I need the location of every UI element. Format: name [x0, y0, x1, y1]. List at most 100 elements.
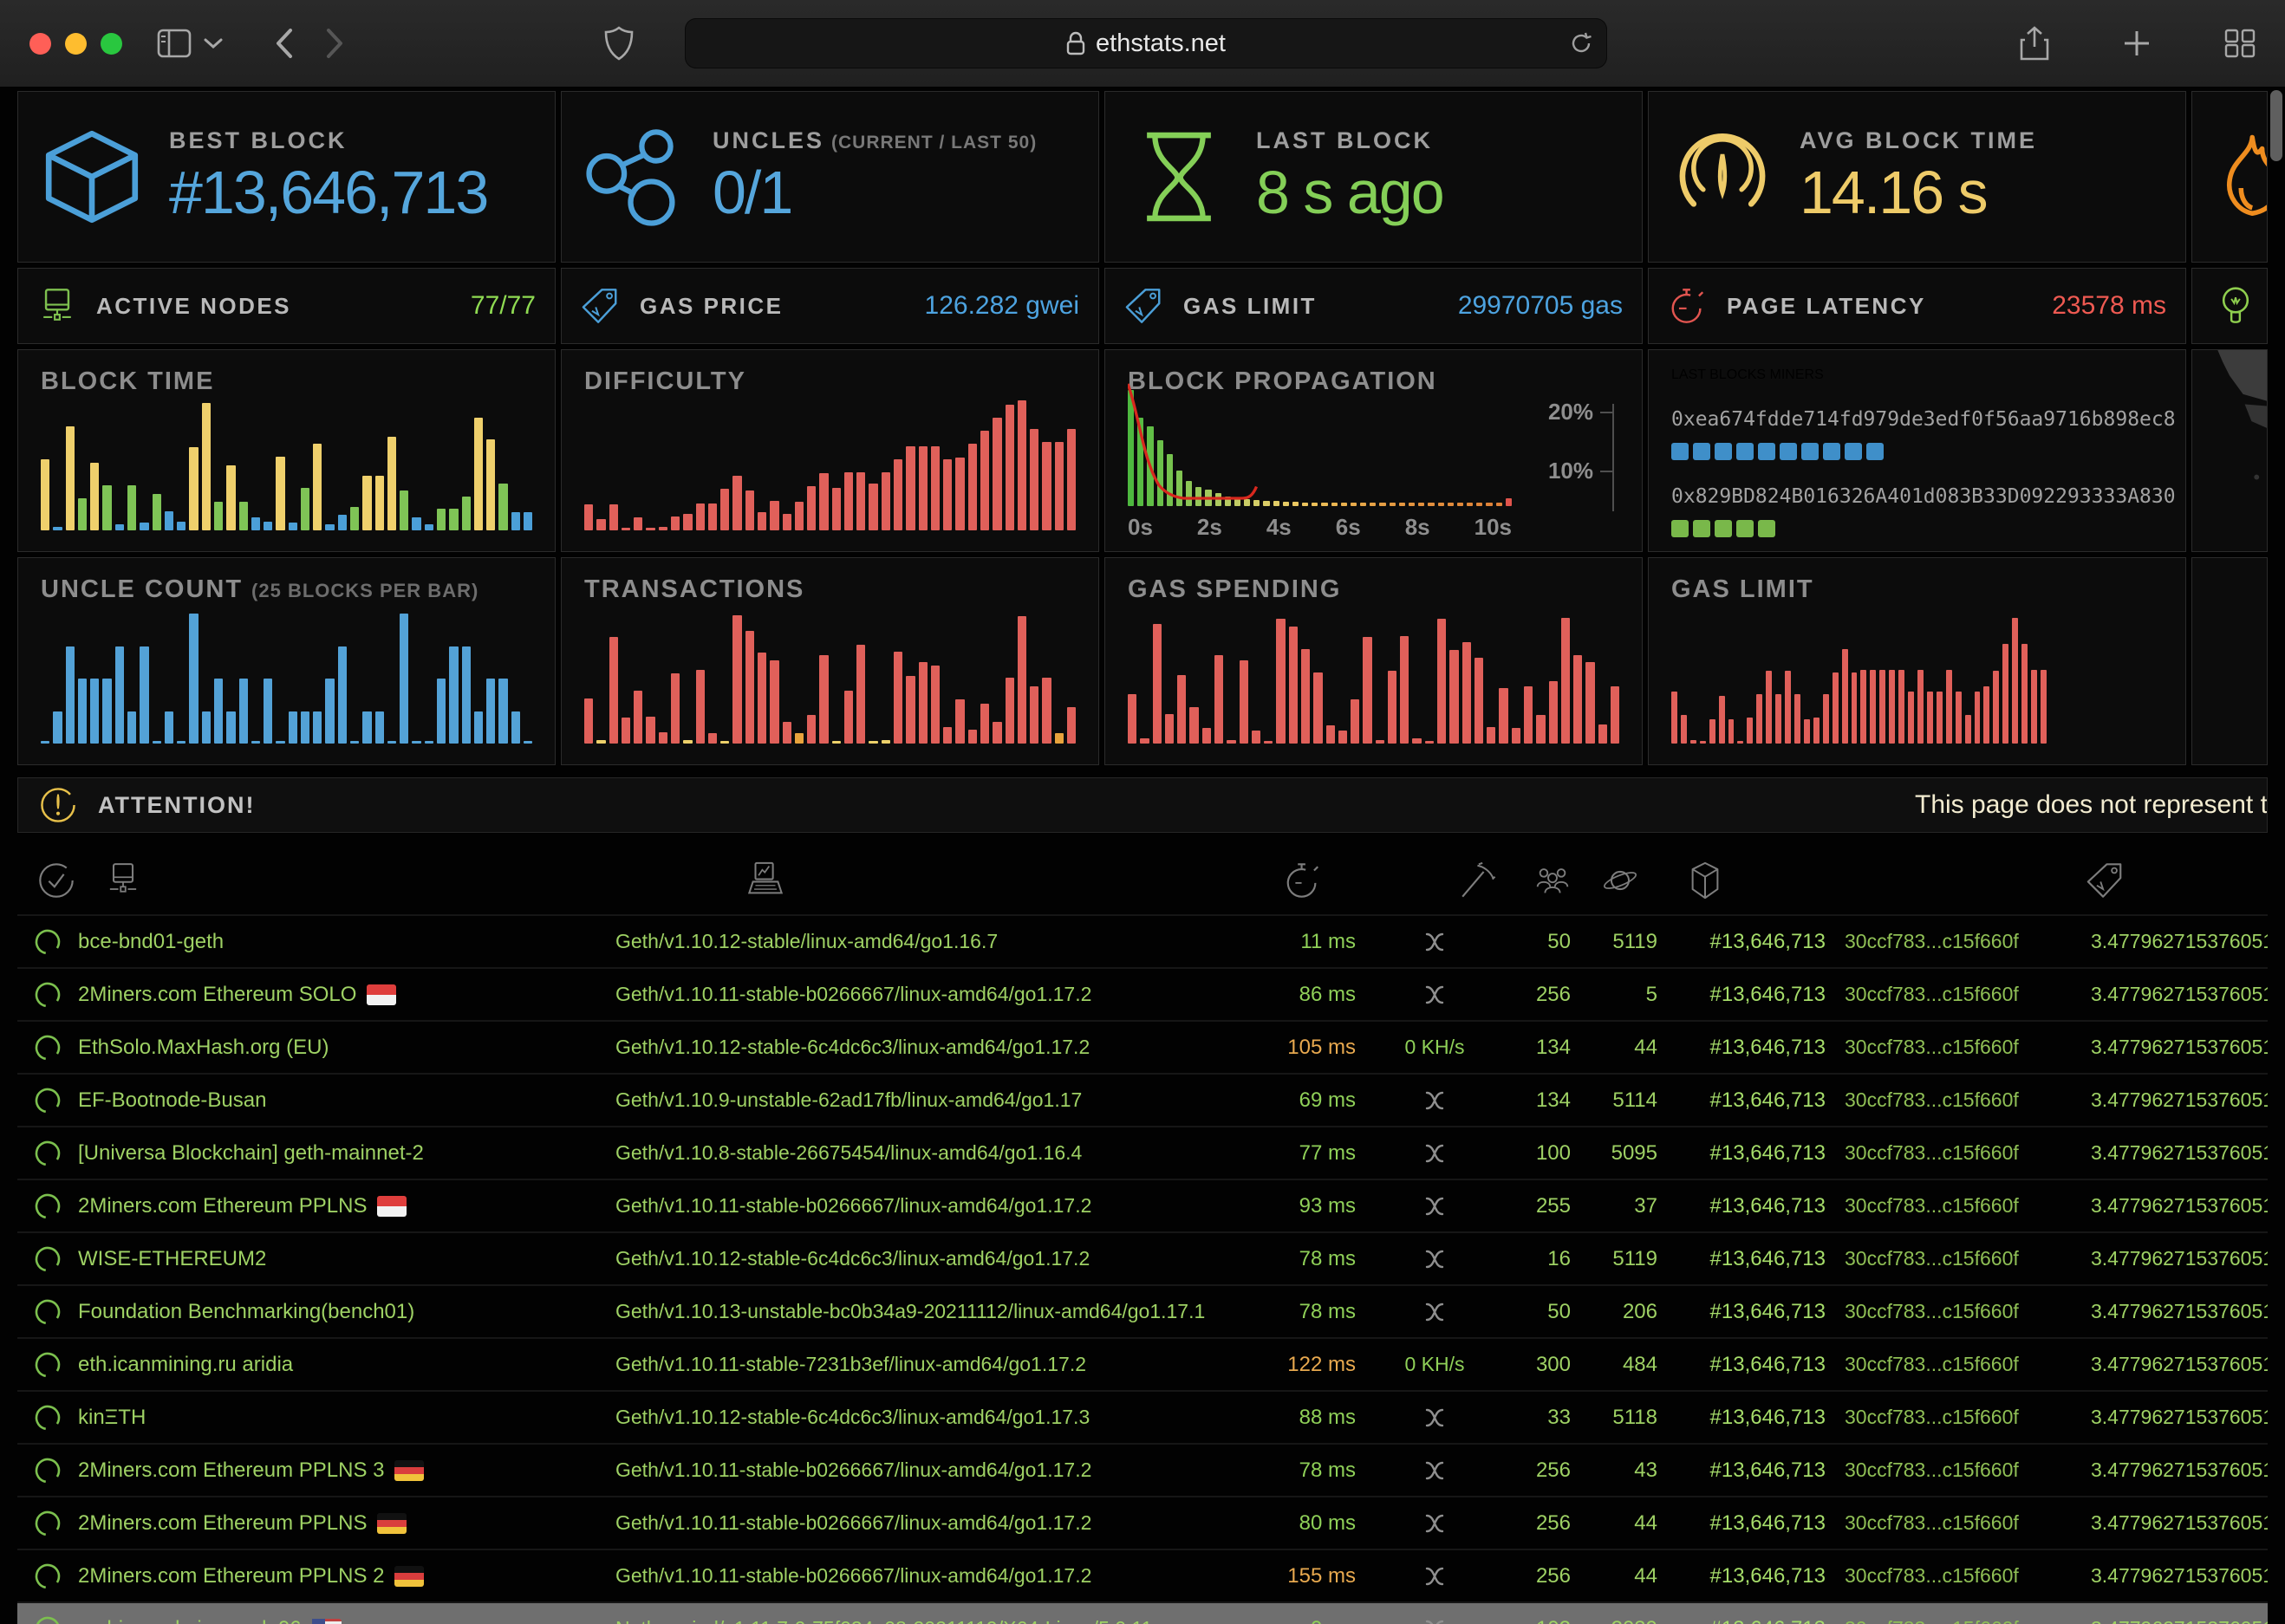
table-row[interactable]: EthSolo.MaxHash.org (EU)Geth/v1.10.12-st… [17, 1020, 2268, 1073]
node-not-mining-icon [1361, 1406, 1508, 1430]
table-row[interactable]: kinΞTHGeth/v1.10.12-stable-6c4dc6c3/linu… [17, 1390, 2268, 1443]
mining-pickaxe-icon[interactable] [1456, 861, 1496, 900]
gas_spending-bar [1289, 627, 1298, 744]
node-not-mining-icon [1361, 930, 1508, 954]
node-not-mining-icon [1361, 1141, 1508, 1166]
table-row[interactable]: eth.icanmining.ru aridiaGeth/v1.10.11-st… [17, 1337, 2268, 1390]
table-row[interactable]: 2Miners.com Ethereum PPLNS 2Geth/v1.10.1… [17, 1549, 2268, 1601]
share-icon[interactable] [2020, 26, 2049, 61]
node-type-icon[interactable] [745, 861, 785, 900]
gas_spending-bar [1240, 660, 1248, 744]
transactions-chart-title: TRANSACTIONS [584, 575, 804, 604]
status-check-icon[interactable] [36, 861, 76, 900]
node-block-hash[interactable]: 30ccf783...c15f660f [1829, 1564, 2054, 1588]
node-block: #13,646,713 [1664, 1088, 1829, 1113]
shield-icon[interactable] [604, 26, 634, 61]
node-block-hash[interactable]: 30ccf783...c15f660f [1829, 1194, 2054, 1218]
block-time-chart: BLOCK TIME [17, 349, 556, 552]
table-row[interactable]: WISE-ETHEREUM2Geth/v1.10.12-stable-6c4dc… [17, 1231, 2268, 1284]
table-row[interactable]: bce-bnd01-gethGeth/v1.10.12-stable/linux… [17, 914, 2268, 967]
miner-address[interactable]: 0xea674fdde714fd979de3edf0f56aa9716b898e… [1671, 406, 2163, 431]
node-name[interactable]: 2Miners.com Ethereum PPLNS [78, 1194, 615, 1218]
node-name[interactable]: bce-bnd01-geth [78, 930, 615, 954]
uncles-value: 0/1 [713, 158, 1037, 227]
node-name[interactable]: 2Miners.com Ethereum PPLNS [78, 1511, 615, 1536]
transactions-bar [993, 722, 1001, 744]
node-name[interactable]: kinΞTH [78, 1406, 615, 1430]
table-row[interactable]: 2Miners.com Ethereum PPLNSGeth/v1.10.11-… [17, 1496, 2268, 1549]
node-block-hash[interactable]: 30ccf783...c15f660f [1829, 1247, 2054, 1270]
block_propagation-bar [1486, 503, 1492, 506]
block-cube-icon[interactable] [1685, 861, 1725, 900]
node-name[interactable]: EthSolo.MaxHash.org (EU) [78, 1036, 615, 1060]
node-block-hash[interactable]: 30ccf783...c15f660f [1829, 1617, 2054, 1624]
node-name[interactable]: 2Miners.com Ethereum PPLNS 3 [78, 1458, 615, 1483]
node-block-hash[interactable]: 30ccf783...c15f660f [1829, 1141, 2054, 1165]
new-tab-icon[interactable] [2122, 26, 2152, 61]
back-icon[interactable] [275, 28, 294, 59]
node-not-mining-icon [1361, 1247, 1508, 1271]
node-name[interactable]: EF-Bootnode-Busan [78, 1088, 615, 1113]
zoom-button[interactable] [101, 33, 122, 55]
node-block-hash[interactable]: 30ccf783...c15f660f [1829, 983, 2054, 1006]
block_propagation-bar [1409, 503, 1415, 506]
uncle-count-chart-title: UNCLE COUNT [41, 575, 243, 604]
tab-overview-icon[interactable] [2224, 26, 2256, 61]
page-scrollbar[interactable] [2270, 90, 2282, 1621]
gas_spending-bar [1264, 741, 1273, 744]
node-block-hash[interactable]: 30ccf783...c15f660f [1829, 1458, 2054, 1482]
table-row[interactable]: [Universa Blockchain] geth-mainnet-2Geth… [17, 1126, 2268, 1179]
node-block-hash[interactable]: 30ccf783...c15f660f [1829, 1406, 2054, 1429]
node-name-icon[interactable] [104, 861, 142, 899]
close-button[interactable] [29, 33, 51, 55]
avg-block-time-value: 14.16 s [1800, 158, 2037, 227]
node-pending: 44 [1578, 1036, 1664, 1060]
difficulty-bar [968, 444, 977, 531]
node-name[interactable]: 2Miners.com Ethereum SOLO [78, 983, 615, 1007]
miner-address[interactable]: 0x829BD824B016326A401d083B33D092293333A8… [1671, 483, 2163, 508]
transactions-chart: TRANSACTIONS [561, 557, 1099, 765]
node-name[interactable]: WISE-ETHEREUM2 [78, 1247, 615, 1271]
node-block-hash[interactable]: 30ccf783...c15f660f [1829, 930, 2054, 953]
node-block-hash[interactable]: 30ccf783...c15f660f [1829, 1036, 2054, 1059]
table-row[interactable]: 2Miners.com Ethereum PPLNSGeth/v1.10.11-… [17, 1179, 2268, 1231]
node-name[interactable]: 2Miners.com Ethereum PPLNS 2 [78, 1564, 615, 1588]
transactions-bar [795, 733, 804, 744]
node-block-hash[interactable]: 30ccf783...c15f660f [1829, 1088, 2054, 1112]
table-row[interactable]: Foundation Benchmarking(bench01)Geth/v1.… [17, 1284, 2268, 1337]
block_propagation-bar [1176, 471, 1182, 506]
uncle_count-bar [202, 711, 211, 744]
latency-stopwatch-icon[interactable] [1283, 861, 1323, 900]
uncles-label: UNCLES(CURRENT / LAST 50) [713, 127, 1037, 154]
table-row[interactable]: archivenode.io - node06Nethermind/v1.11.… [17, 1601, 2268, 1624]
difficulty-bar [770, 501, 778, 531]
forward-icon[interactable] [325, 28, 344, 59]
transactions-bar [968, 730, 977, 744]
difficulty-tag-icon[interactable] [2086, 861, 2126, 900]
peers-icon[interactable] [1533, 861, 1572, 900]
reload-icon[interactable] [1569, 31, 1593, 55]
node-not-mining-icon [1361, 1194, 1508, 1218]
node-block-hash[interactable]: 30ccf783...c15f660f [1829, 1353, 2054, 1376]
node-type: Geth/v1.10.12-stable/linux-amd64/go1.16.… [615, 930, 1257, 953]
node-pending: 5114 [1578, 1088, 1664, 1113]
node-block-hash[interactable]: 30ccf783...c15f660f [1829, 1511, 2054, 1535]
address-bar[interactable]: ethstats.net [685, 18, 1607, 68]
uncle_count-bar [313, 711, 322, 744]
node-name[interactable]: [Universa Blockchain] geth-mainnet-2 [78, 1141, 615, 1166]
node-block-hash[interactable]: 30ccf783...c15f660f [1829, 1300, 2054, 1323]
minimize-button[interactable] [65, 33, 87, 55]
table-row[interactable]: 2Miners.com Ethereum PPLNS 3Geth/v1.10.1… [17, 1443, 2268, 1496]
uncle_count-bar [90, 679, 99, 744]
node-name[interactable]: archivenode.io - node06 [78, 1617, 615, 1624]
node-block: #13,646,713 [1664, 1036, 1829, 1060]
table-row[interactable]: 2Miners.com Ethereum SOLOGeth/v1.10.11-s… [17, 967, 2268, 1020]
table-row[interactable]: EF-Bootnode-BusanGeth/v1.10.9-unstable-6… [17, 1073, 2268, 1126]
sidebar-icon[interactable] [157, 29, 192, 58]
node-name[interactable]: Foundation Benchmarking(bench01) [78, 1300, 615, 1324]
chevron-down-icon[interactable] [204, 37, 223, 49]
node-name[interactable]: eth.icanmining.ru aridia [78, 1353, 615, 1377]
pending-planet-icon[interactable] [1600, 861, 1640, 900]
node-latency: 78 ms [1257, 1247, 1361, 1271]
scrollbar-thumb[interactable] [2270, 90, 2282, 161]
